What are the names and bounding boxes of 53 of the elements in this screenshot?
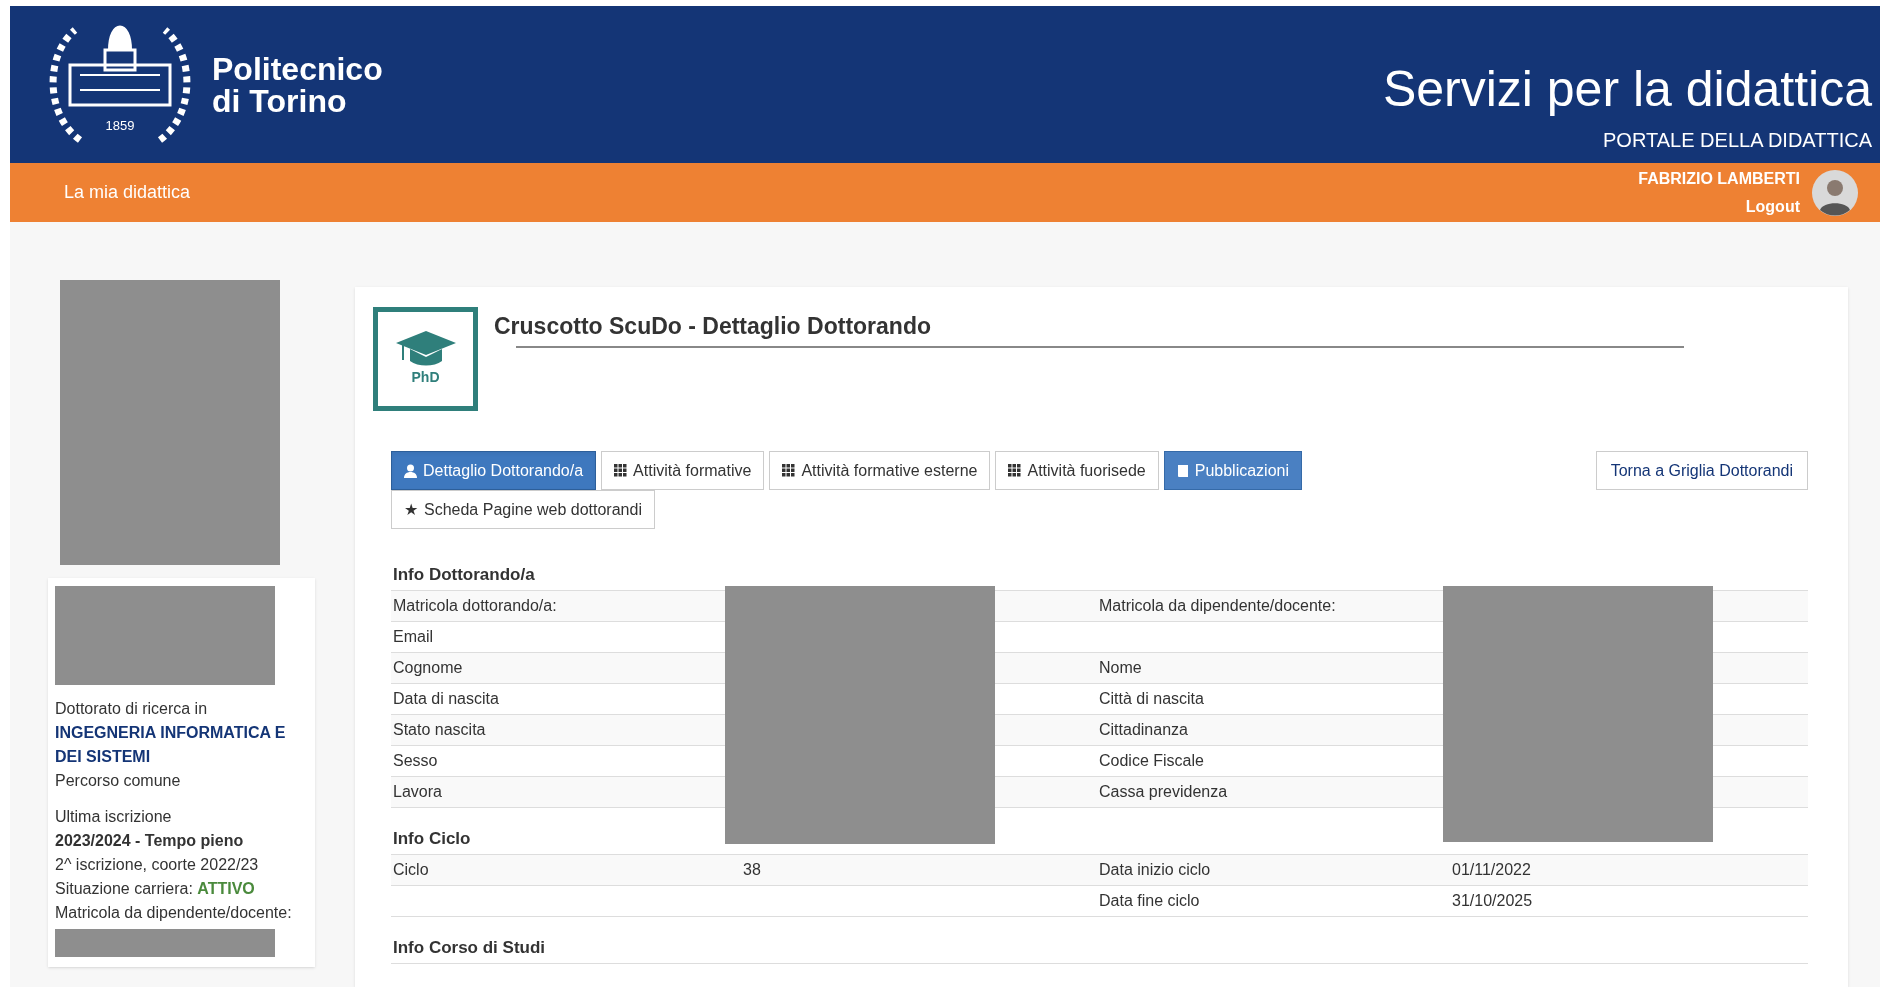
field-label: Sesso xyxy=(393,752,438,769)
tab[interactable]: Attività fuorisede xyxy=(995,451,1159,490)
field-label: Città di nascita xyxy=(1099,690,1204,707)
field-label: Cittadinanza xyxy=(1099,721,1188,738)
field-label: Stato nascita xyxy=(393,721,486,738)
book-icon xyxy=(1176,463,1189,478)
field-value: 38 xyxy=(743,861,761,878)
field-label: Cassa previdenza xyxy=(1099,783,1228,800)
logo-text: di Torino xyxy=(212,84,348,117)
field-label: Lavora xyxy=(393,783,442,800)
field-label: Matricola dottorando/a: xyxy=(393,597,557,614)
field-label: Cognome xyxy=(393,659,463,676)
graduation-cap-icon xyxy=(395,330,456,367)
student-info: Ultima iscrizione xyxy=(55,807,173,827)
tab[interactable]: Attività formative esterne xyxy=(769,451,991,490)
student-info: Dottorato di ricerca in xyxy=(55,699,209,719)
field-label: Data inizio ciclo xyxy=(1099,861,1211,878)
portal-subtitle: PORTALE DELLA DIDATTICA xyxy=(1603,128,1872,153)
grid-icon xyxy=(1008,464,1022,477)
user-name: FABRIZIO LAMBERTI xyxy=(1638,168,1800,189)
section-title: Info Ciclo xyxy=(392,827,472,850)
star-icon: ★ xyxy=(404,497,418,522)
logo-year: 1859 xyxy=(105,117,135,135)
tab[interactable]: Pubblicazioni xyxy=(1163,451,1302,490)
student-info: Percorso comune xyxy=(55,771,182,791)
tab[interactable]: Attività formative xyxy=(601,451,765,490)
section-title: Info Corso di Studi xyxy=(392,936,547,959)
logo-text: Politecnico xyxy=(212,52,383,85)
field-label: Nome xyxy=(1099,659,1142,676)
phd-label: PhD xyxy=(411,367,440,387)
grid-icon xyxy=(782,464,796,477)
section-title: Info Dottorando/a xyxy=(392,563,536,586)
portal-title: Servizi per la didattica xyxy=(1382,60,1872,119)
page-title: Cruscotto ScuDo - Dettaglio Dottorando xyxy=(494,312,932,341)
tab[interactable]: ★ Scheda Pagine web dottorandi xyxy=(391,490,655,529)
field-value: 31/10/2025 xyxy=(1452,892,1533,909)
tab[interactable]: Dettaglio Dottorando/a xyxy=(391,451,597,490)
avatar-icon xyxy=(1812,169,1858,216)
student-info: INGEGNERIA INFORMATICA E DEI SISTEMI xyxy=(55,723,287,767)
field-label: Email xyxy=(393,628,433,645)
student-info: Matricola da dipendente/docente: xyxy=(55,903,293,923)
student-info: 2023/2024 - Tempo pieno xyxy=(55,831,245,851)
field-label: Codice Fiscale xyxy=(1099,752,1204,769)
back-button[interactable]: Torna a Griglia Dottorandi xyxy=(1595,451,1808,490)
person-icon xyxy=(404,463,417,478)
field-label: Matricola da dipendente/docente: xyxy=(1099,597,1336,614)
field-label: Data fine ciclo xyxy=(1099,892,1200,909)
grid-icon xyxy=(614,464,628,477)
field-label: Ciclo xyxy=(393,861,429,878)
career-status: Situazione carriera: ATTIVO xyxy=(55,879,256,899)
field-label: Data di nascita xyxy=(393,690,499,707)
field-value: 01/11/2022 xyxy=(1452,861,1531,878)
student-info: 2^ iscrizione, coorte 2022/23 xyxy=(55,855,260,875)
